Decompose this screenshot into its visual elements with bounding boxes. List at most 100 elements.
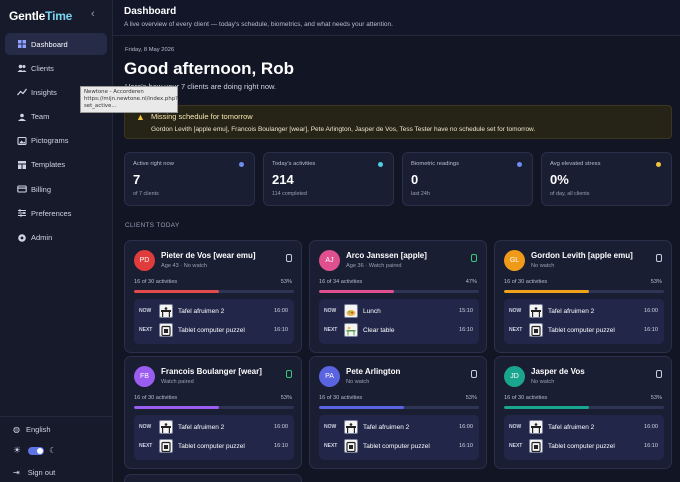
section-label: CLIENTS TODAY (125, 222, 180, 229)
team-icon (17, 112, 27, 122)
client-name[interactable]: Jasper de Vos (531, 367, 585, 376)
chevron-left-icon[interactable]: ‹ (91, 8, 95, 20)
sidebar-item-preferences[interactable]: Preferences (5, 202, 107, 224)
watch-icon (286, 254, 292, 262)
schedule-box: NOW Tafel afruimen 2 16:00 NEXT Tablet compu… (134, 415, 294, 460)
sidebar: GentleTime ‹ Dashboard Clients Insights … (0, 0, 113, 482)
current-date: Friday, 8 May 2026 (125, 47, 175, 53)
tablet-icon (344, 439, 358, 453)
schedule-tag: NEXT (324, 443, 338, 449)
schedule-next-row[interactable]: NEXT Tablet computer puzzel 16:10 (319, 438, 479, 454)
clear-table-icon (344, 323, 358, 337)
client-name[interactable]: Gordon Levith [apple emu] (531, 251, 633, 260)
sliders-icon (17, 208, 27, 218)
table-icon (159, 304, 173, 318)
stat-sub: of day, all clients (550, 191, 590, 197)
client-card[interactable]: JD Jasper de Vos No watch 16 of 30 activiti… (494, 356, 672, 469)
avatar-initials: JD (510, 373, 519, 380)
schedule-box: NOW Tafel afruimen 2 16:00 NEXT Tablet compu… (319, 415, 479, 460)
client-name[interactable]: Francois Boulanger [wear] (161, 367, 262, 376)
greeting: Good afternoon, Rob (124, 59, 294, 78)
avatar: FB (134, 366, 155, 387)
sidebar-item-pictograms[interactable]: Pictograms (5, 130, 107, 152)
sidebar-item-label: Insights (31, 87, 57, 97)
status-dot (378, 162, 383, 167)
client-card[interactable] (124, 474, 302, 482)
stat-sub: of 7 clients (133, 191, 159, 197)
client-card[interactable]: GL Gordon Levith [apple emu] No watch 16 of… (494, 240, 672, 353)
activity-name: Tafel afruimen 2 (178, 308, 225, 315)
sidebar-item-dashboard[interactable]: Dashboard (5, 33, 107, 55)
activity-name: Tafel afruimen 2 (548, 424, 595, 431)
stat-card-biometrics: Biometric readings 0 last 24h (402, 152, 533, 206)
progress-bar (134, 406, 294, 409)
activity-time: 16:10 (274, 327, 288, 333)
table-icon (159, 420, 173, 434)
progress-fill (134, 290, 219, 293)
client-name[interactable]: Pieter de Vos [wear emu] (161, 251, 256, 260)
schedule-box: NOW Lunch 15:10 NEXT Clear table 16:10 (319, 299, 479, 344)
avatar-initials: AJ (325, 257, 334, 264)
activity-name: Lunch (363, 308, 381, 315)
brand-logo[interactable]: GentleTime (9, 9, 72, 23)
watch-icon (286, 370, 292, 378)
avatar: PA (319, 366, 340, 387)
schedule-now-row[interactable]: NOW Lunch 15:10 (319, 303, 479, 319)
schedule-tag: NEXT (139, 327, 153, 333)
activity-time: 16:10 (459, 327, 473, 333)
sidebar-item-clients[interactable]: Clients (5, 57, 107, 79)
activity-time: 16:00 (274, 308, 288, 314)
progress-fill (319, 406, 404, 409)
activity-name: Tablet computer puzzel (178, 443, 245, 450)
link-tooltip: Newtone - Accorderen https://mijn.newton… (80, 86, 178, 113)
avatar-initials: PD (139, 257, 150, 264)
client-name[interactable]: Arco Janssen [apple] (346, 251, 427, 260)
schedule-tag: NEXT (139, 443, 153, 449)
theme-toggle[interactable] (28, 446, 45, 455)
schedule-now-row[interactable]: NOW Tafel afruimen 2 16:00 (134, 303, 294, 319)
schedule-next-row[interactable]: NEXT Tablet computer puzzel 16:10 (504, 322, 664, 338)
schedule-now-row[interactable]: NOW Tafel afruimen 2 16:00 (504, 303, 664, 319)
signout-button[interactable]: ⇥ Sign out (13, 468, 55, 477)
table-icon (529, 304, 543, 318)
schedule-now-row[interactable]: NOW Tafel afruimen 2 16:00 (319, 419, 479, 435)
schedule-next-row[interactable]: NEXT Tablet computer puzzel 16:10 (134, 438, 294, 454)
sidebar-item-admin[interactable]: Admin (5, 227, 107, 249)
schedule-tag: NEXT (509, 443, 523, 449)
stat-value: 7 (133, 172, 141, 187)
avatar: PD (134, 250, 155, 271)
avatar-initials: GL (509, 257, 520, 264)
client-meta: Watch paired (161, 379, 194, 385)
client-card[interactable]: PA Pete Arlington No watch 16 of 30 activit… (309, 356, 487, 469)
card-icon (17, 184, 27, 194)
activity-time: 16:00 (459, 424, 473, 430)
avatar: AJ (319, 250, 340, 271)
activity-time: 16:00 (644, 308, 658, 314)
schedule-tag: NOW (324, 424, 337, 430)
schedule-tag: NOW (509, 424, 522, 430)
language-selector[interactable]: ◍ English (13, 425, 51, 434)
schedule-next-row[interactable]: NEXT Clear table 16:10 (319, 322, 479, 338)
client-card[interactable]: FB Francois Boulanger [wear] Watch paired 1… (124, 356, 302, 469)
client-meta: Age 36 · Watch paired (346, 263, 402, 269)
stat-value: 214 (272, 172, 294, 187)
client-card[interactable]: PD Pieter de Vos [wear emu] Age 43 · No wa… (124, 240, 302, 353)
client-card[interactable]: AJ Arco Janssen [apple] Age 36 · Watch pai… (309, 240, 487, 353)
sidebar-item-label: Admin (31, 233, 53, 242)
client-name[interactable]: Pete Arlington (346, 367, 400, 376)
client-meta: No watch (531, 263, 555, 269)
sidebar-item-templates[interactable]: Templates (5, 154, 107, 176)
schedule-now-row[interactable]: NOW Tafel afruimen 2 16:00 (504, 419, 664, 435)
tablet-icon (529, 323, 543, 337)
sidebar-divider (0, 416, 113, 417)
tooltip-line: https://mijn.newtone.nl/index.php? (84, 96, 179, 102)
warning-icon: ▲ (136, 112, 145, 122)
sidebar-nav: Dashboard Clients Insights Team Pictogra… (5, 33, 107, 251)
schedule-tag: NOW (139, 308, 152, 314)
sidebar-item-billing[interactable]: Billing (5, 178, 107, 200)
schedule-next-row[interactable]: NEXT Tablet computer puzzel 16:10 (134, 322, 294, 338)
schedule-now-row[interactable]: NOW Tafel afruimen 2 16:00 (134, 419, 294, 435)
lunch-icon (344, 304, 358, 318)
schedule-next-row[interactable]: NEXT Tablet computer puzzel 16:10 (504, 438, 664, 454)
page-header: Dashboard A live overview of every clien… (113, 0, 680, 36)
